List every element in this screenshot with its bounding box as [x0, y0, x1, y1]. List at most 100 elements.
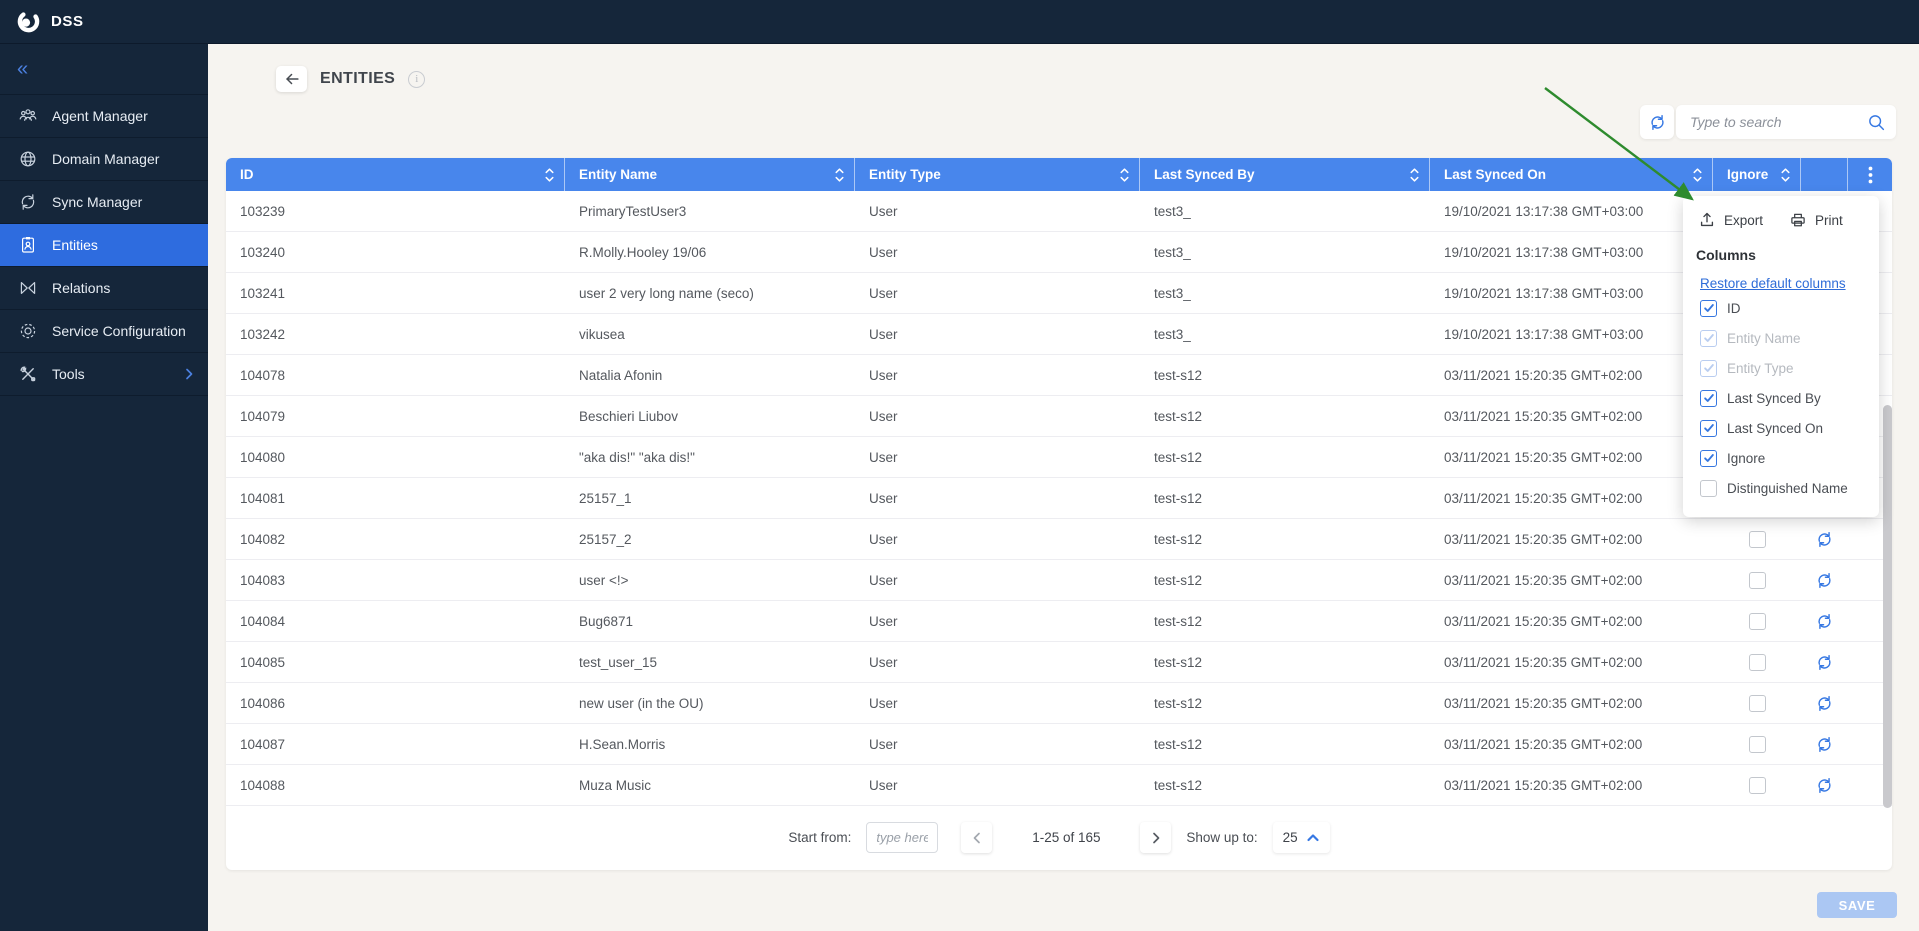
- cell-last-synced-by: test-s12: [1154, 777, 1203, 793]
- column-header-entity-type[interactable]: Entity Type: [855, 158, 1140, 191]
- tools-icon: [17, 363, 39, 385]
- column-header-id[interactable]: ID: [226, 158, 565, 191]
- ignore-checkbox[interactable]: [1748, 571, 1766, 589]
- ignore-checkbox[interactable]: [1748, 694, 1766, 712]
- chevron-up-icon: [1306, 831, 1320, 845]
- column-toggle-entity-name[interactable]: Entity Name: [1683, 323, 1879, 353]
- table-row: 104083 user <!> User test-s12 03/11/2021…: [226, 560, 1892, 601]
- cell-entity-name: R.Molly.Hooley 19/06: [579, 244, 707, 260]
- cell-entity-name: 25157_2: [579, 531, 632, 547]
- start-from-input[interactable]: [866, 822, 939, 853]
- show-up-to-label: Show up to:: [1186, 830, 1258, 845]
- previous-page-button[interactable]: [961, 822, 993, 853]
- globe-icon: [17, 148, 39, 170]
- sort-icon[interactable]: [1691, 166, 1704, 184]
- cell-last-synced-on: 03/11/2021 15:20:35 GMT+02:00: [1444, 736, 1643, 752]
- page-range-text: 1-25 of 165: [1032, 830, 1101, 845]
- column-header-last-synced-on[interactable]: Last Synced On: [1430, 158, 1713, 191]
- info-icon[interactable]: i: [408, 70, 426, 88]
- ignore-checkbox[interactable]: [1748, 776, 1766, 794]
- start-from-label: Start from:: [788, 830, 852, 845]
- export-button[interactable]: Export: [1698, 211, 1763, 229]
- row-refresh-icon[interactable]: [1815, 653, 1834, 672]
- sidebar-item-sync-manager[interactable]: Sync Manager: [0, 181, 208, 224]
- export-label: Export: [1724, 212, 1764, 228]
- sort-icon[interactable]: [1408, 166, 1421, 184]
- column-toggle-list: ID Entity Name Entity Type Last Synced B…: [1683, 293, 1879, 503]
- sidebar-item-tools[interactable]: Tools: [0, 353, 208, 396]
- search-icon: [1867, 113, 1886, 132]
- column-toggle-distinguished-name[interactable]: Distinguished Name: [1683, 473, 1879, 503]
- collapse-sidebar-icon[interactable]: «: [17, 59, 28, 79]
- page-size-value: 25: [1282, 830, 1298, 845]
- column-toggle-last-synced-on[interactable]: Last Synced On: [1683, 413, 1879, 443]
- checkbox: [1700, 419, 1717, 437]
- top-bar: DSS: [0, 0, 1919, 44]
- sidebar-item-relations[interactable]: Relations: [0, 267, 208, 310]
- row-refresh-icon[interactable]: [1815, 735, 1834, 754]
- column-header-label: ID: [240, 167, 254, 182]
- cell-entity-name: "aka dis!" "aka dis!": [579, 449, 695, 465]
- cell-last-synced-by: test-s12: [1154, 531, 1203, 547]
- cell-entity-name: H.Sean.Morris: [579, 736, 666, 752]
- column-header-item[interactable]: [1801, 158, 1848, 191]
- cell-entity-name: PrimaryTestUser3: [579, 203, 687, 219]
- save-button[interactable]: SAVE: [1817, 892, 1897, 918]
- chevron-left-icon: [970, 831, 984, 845]
- cell-entity-type: User: [869, 613, 898, 629]
- sort-icon[interactable]: [833, 166, 846, 184]
- column-header-entity-name[interactable]: Entity Name: [565, 158, 855, 191]
- column-toggle-label: ID: [1727, 300, 1741, 316]
- kebab-menu-icon[interactable]: [1868, 166, 1873, 184]
- row-refresh-icon[interactable]: [1815, 694, 1834, 713]
- sidebar-item-service-configuration[interactable]: Service Configuration: [0, 310, 208, 353]
- page-size-select[interactable]: 25: [1272, 822, 1330, 853]
- column-toggle-last-synced-by[interactable]: Last Synced By: [1683, 383, 1879, 413]
- cell-entity-type: User: [869, 777, 898, 793]
- row-refresh-icon[interactable]: [1815, 612, 1834, 631]
- column-header-item[interactable]: [1848, 158, 1892, 191]
- ignore-checkbox[interactable]: [1748, 612, 1766, 630]
- table-body: 103239 PrimaryTestUser3 User test3_ 19/1…: [226, 191, 1892, 806]
- cell-entity-type: User: [869, 695, 898, 711]
- cell-last-synced-on: 19/10/2021 13:17:38 GMT+03:00: [1444, 203, 1644, 219]
- cell-id: 104087: [240, 736, 286, 752]
- ignore-checkbox[interactable]: [1748, 735, 1766, 753]
- search-input[interactable]: [1690, 114, 1867, 130]
- ignore-checkbox[interactable]: [1748, 653, 1766, 671]
- restore-default-columns-link[interactable]: Restore default columns: [1700, 276, 1846, 291]
- sort-icon[interactable]: [1118, 166, 1131, 184]
- cell-entity-name: user <!>: [579, 572, 629, 588]
- refresh-table-button[interactable]: [1640, 105, 1674, 139]
- column-toggle-id[interactable]: ID: [1683, 293, 1879, 323]
- row-refresh-icon[interactable]: [1815, 776, 1834, 795]
- cell-last-synced-by: test3_: [1154, 244, 1191, 260]
- column-header-last-synced-by[interactable]: Last Synced By: [1140, 158, 1430, 191]
- checkbox: [1700, 449, 1717, 467]
- cell-entity-type: User: [869, 285, 898, 301]
- sidebar-item-entities[interactable]: Entities: [0, 224, 208, 267]
- vertical-scrollbar[interactable]: [1883, 405, 1892, 808]
- cell-entity-type: User: [869, 449, 898, 465]
- sidebar-item-agent-manager[interactable]: Agent Manager: [0, 95, 208, 138]
- sort-icon[interactable]: [543, 166, 556, 184]
- column-toggle-entity-type[interactable]: Entity Type: [1683, 353, 1879, 383]
- column-toggle-ignore[interactable]: Ignore: [1683, 443, 1879, 473]
- sidebar-item-domain-manager[interactable]: Domain Manager: [0, 138, 208, 181]
- cell-id: 104080: [240, 449, 286, 465]
- table-row: 104084 Bug6871 User test-s12 03/11/2021 …: [226, 601, 1892, 642]
- cell-last-synced-on: 03/11/2021 15:20:35 GMT+02:00: [1444, 449, 1643, 465]
- row-refresh-icon[interactable]: [1815, 530, 1834, 549]
- print-button[interactable]: Print: [1789, 211, 1843, 229]
- cell-id: 104079: [240, 408, 286, 424]
- row-refresh-icon[interactable]: [1815, 571, 1834, 590]
- sort-icon[interactable]: [1779, 166, 1792, 184]
- column-header-ignore[interactable]: Ignore: [1713, 158, 1801, 191]
- ignore-checkbox[interactable]: [1748, 530, 1766, 548]
- table-row: 103239 PrimaryTestUser3 User test3_ 19/1…: [226, 191, 1892, 232]
- cell-entity-type: User: [869, 572, 898, 588]
- page-title: ENTITIES: [320, 70, 396, 87]
- cell-last-synced-on: 03/11/2021 15:20:35 GMT+02:00: [1444, 695, 1643, 711]
- next-page-button[interactable]: [1140, 822, 1172, 853]
- back-button[interactable]: [276, 66, 307, 92]
